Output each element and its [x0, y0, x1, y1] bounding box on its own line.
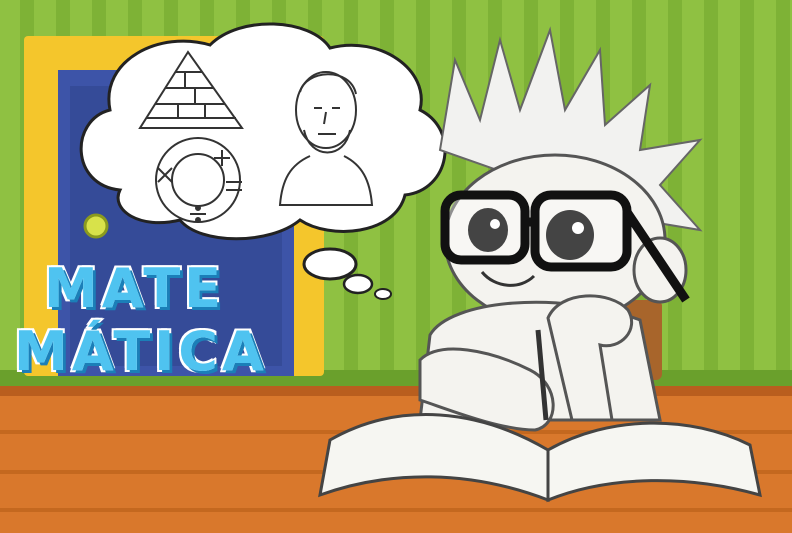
door-knob	[83, 213, 109, 239]
wall-stripe	[740, 0, 754, 370]
title-line-1: MATE	[42, 257, 226, 320]
wall-stripe	[704, 0, 718, 370]
illustration-scene: MATE MÁTICA	[0, 0, 792, 533]
title-line-2: MÁTICA	[13, 320, 268, 383]
wall-stripe	[668, 0, 682, 370]
wall-stripe	[776, 0, 790, 370]
